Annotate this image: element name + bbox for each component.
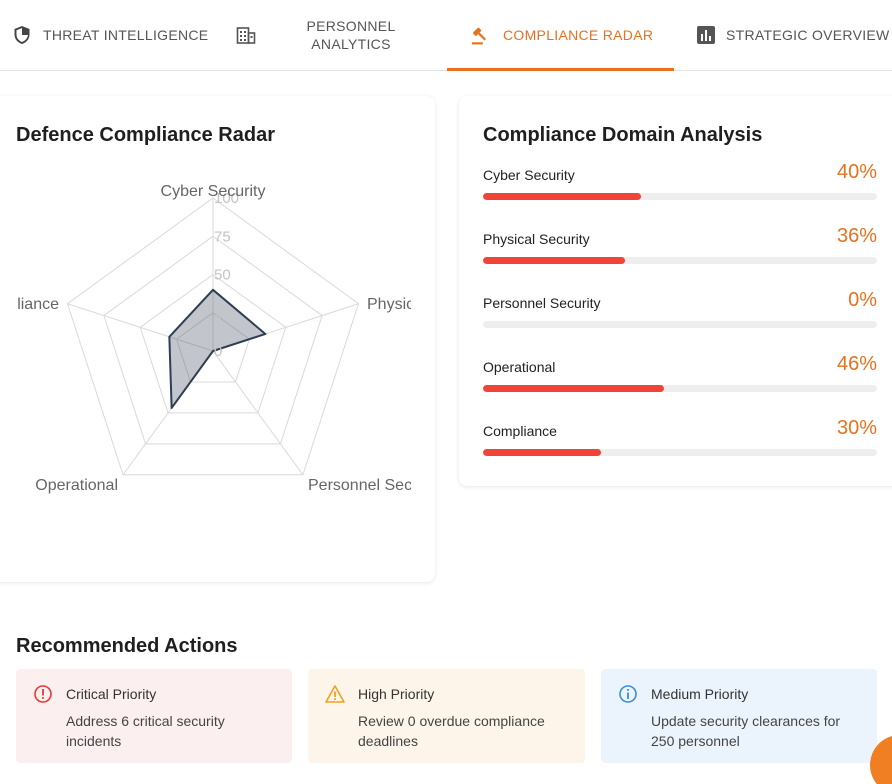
- domain-row-compliance: Compliance 30%: [483, 417, 877, 463]
- tab-label: PERSONNEL ANALYTICS: [306, 18, 396, 52]
- shield-icon: [12, 25, 32, 45]
- progress-fill: [483, 385, 665, 392]
- high-priority-card[interactable]: High Priority Review 0 overdue complianc…: [308, 669, 585, 763]
- progress-track: [483, 385, 877, 392]
- tab-label: THREAT INTELLIGENCE: [43, 27, 209, 43]
- radar-axis-label: Personnel Sec: [308, 477, 412, 494]
- priority-text: Update security clearances for 250 perso…: [651, 713, 841, 749]
- tab-personnel-analytics[interactable]: PERSONNEL ANALYTICS: [236, 0, 395, 70]
- recommended-actions-title: Recommended Actions: [16, 635, 238, 657]
- tab-strategic-overview[interactable]: STRATEGIC OVERVIEW: [696, 0, 890, 70]
- alert-circle-icon: [33, 684, 53, 704]
- compliance-radar-chart: 0255075100Cyber SecurityPhysicPersonnel …: [17, 183, 414, 494]
- progress-track: [483, 449, 877, 456]
- domain-title: Compliance Domain Analysis: [483, 124, 763, 146]
- domain-row-personnel-security: Personnel Security 0%: [483, 289, 877, 335]
- domain-row-operational: Operational 46%: [483, 353, 877, 399]
- active-tab-indicator: [447, 68, 674, 71]
- domain-name: Physical Security: [483, 231, 590, 247]
- progress-track: [483, 257, 877, 264]
- radar-scale-label: 50: [214, 267, 231, 284]
- gavel-icon: [471, 25, 491, 45]
- warning-triangle-icon: [325, 684, 345, 704]
- radar-axis-label: Physic: [367, 296, 414, 313]
- domain-name: Compliance: [483, 423, 557, 439]
- priority-text: Review 0 overdue compliance deadlines: [358, 713, 545, 749]
- progress-track: [483, 321, 877, 328]
- building-icon: [236, 25, 256, 45]
- domain-name: Cyber Security: [483, 167, 575, 183]
- radar-axis-label: liance: [17, 296, 59, 313]
- tab-label: STRATEGIC OVERVIEW: [726, 27, 890, 43]
- radar-axis-label: Cyber Security: [161, 183, 266, 200]
- progress-track: [483, 193, 877, 200]
- medium-priority-card[interactable]: Medium Priority Update security clearanc…: [601, 669, 877, 763]
- progress-fill: [483, 193, 641, 200]
- tab-bar: THREAT INTELLIGENCE PERSONNEL ANALYTICS …: [0, 0, 892, 71]
- info-circle-icon: [618, 684, 638, 704]
- radar-title: Defence Compliance Radar: [16, 124, 275, 146]
- priority-label: High Priority: [358, 686, 435, 702]
- priority-label: Medium Priority: [651, 686, 749, 702]
- priority-label: Critical Priority: [66, 686, 157, 702]
- radar-scale-label: 0: [214, 343, 222, 360]
- domain-row-physical-security: Physical Security 36%: [483, 225, 877, 271]
- radar-scale-label: 75: [214, 228, 231, 245]
- tab-threat-intelligence[interactable]: THREAT INTELLIGENCE: [12, 0, 208, 70]
- domain-percent: 46%: [836, 353, 877, 375]
- progress-fill: [483, 257, 625, 264]
- tab-label: COMPLIANCE RADAR: [503, 27, 654, 43]
- domain-percent: 0%: [848, 289, 877, 311]
- radar-scale-label: 25: [214, 305, 231, 322]
- domain-percent: 36%: [836, 225, 877, 247]
- bar-chart-icon: [696, 25, 716, 45]
- critical-priority-card[interactable]: Critical Priority Address 6 critical sec…: [16, 669, 292, 763]
- domain-row-cyber-security: Cyber Security 40%: [483, 161, 877, 207]
- priority-text: Address 6 critical security incidents: [66, 713, 225, 749]
- domain-percent: 40%: [836, 161, 877, 183]
- tab-compliance-radar[interactable]: COMPLIANCE RADAR: [447, 0, 674, 71]
- domain-name: Personnel Security: [483, 295, 601, 311]
- domain-percent: 30%: [836, 417, 877, 439]
- domain-name: Operational: [483, 359, 556, 375]
- progress-fill: [483, 449, 602, 456]
- radar-axis-label: Operational: [35, 477, 118, 494]
